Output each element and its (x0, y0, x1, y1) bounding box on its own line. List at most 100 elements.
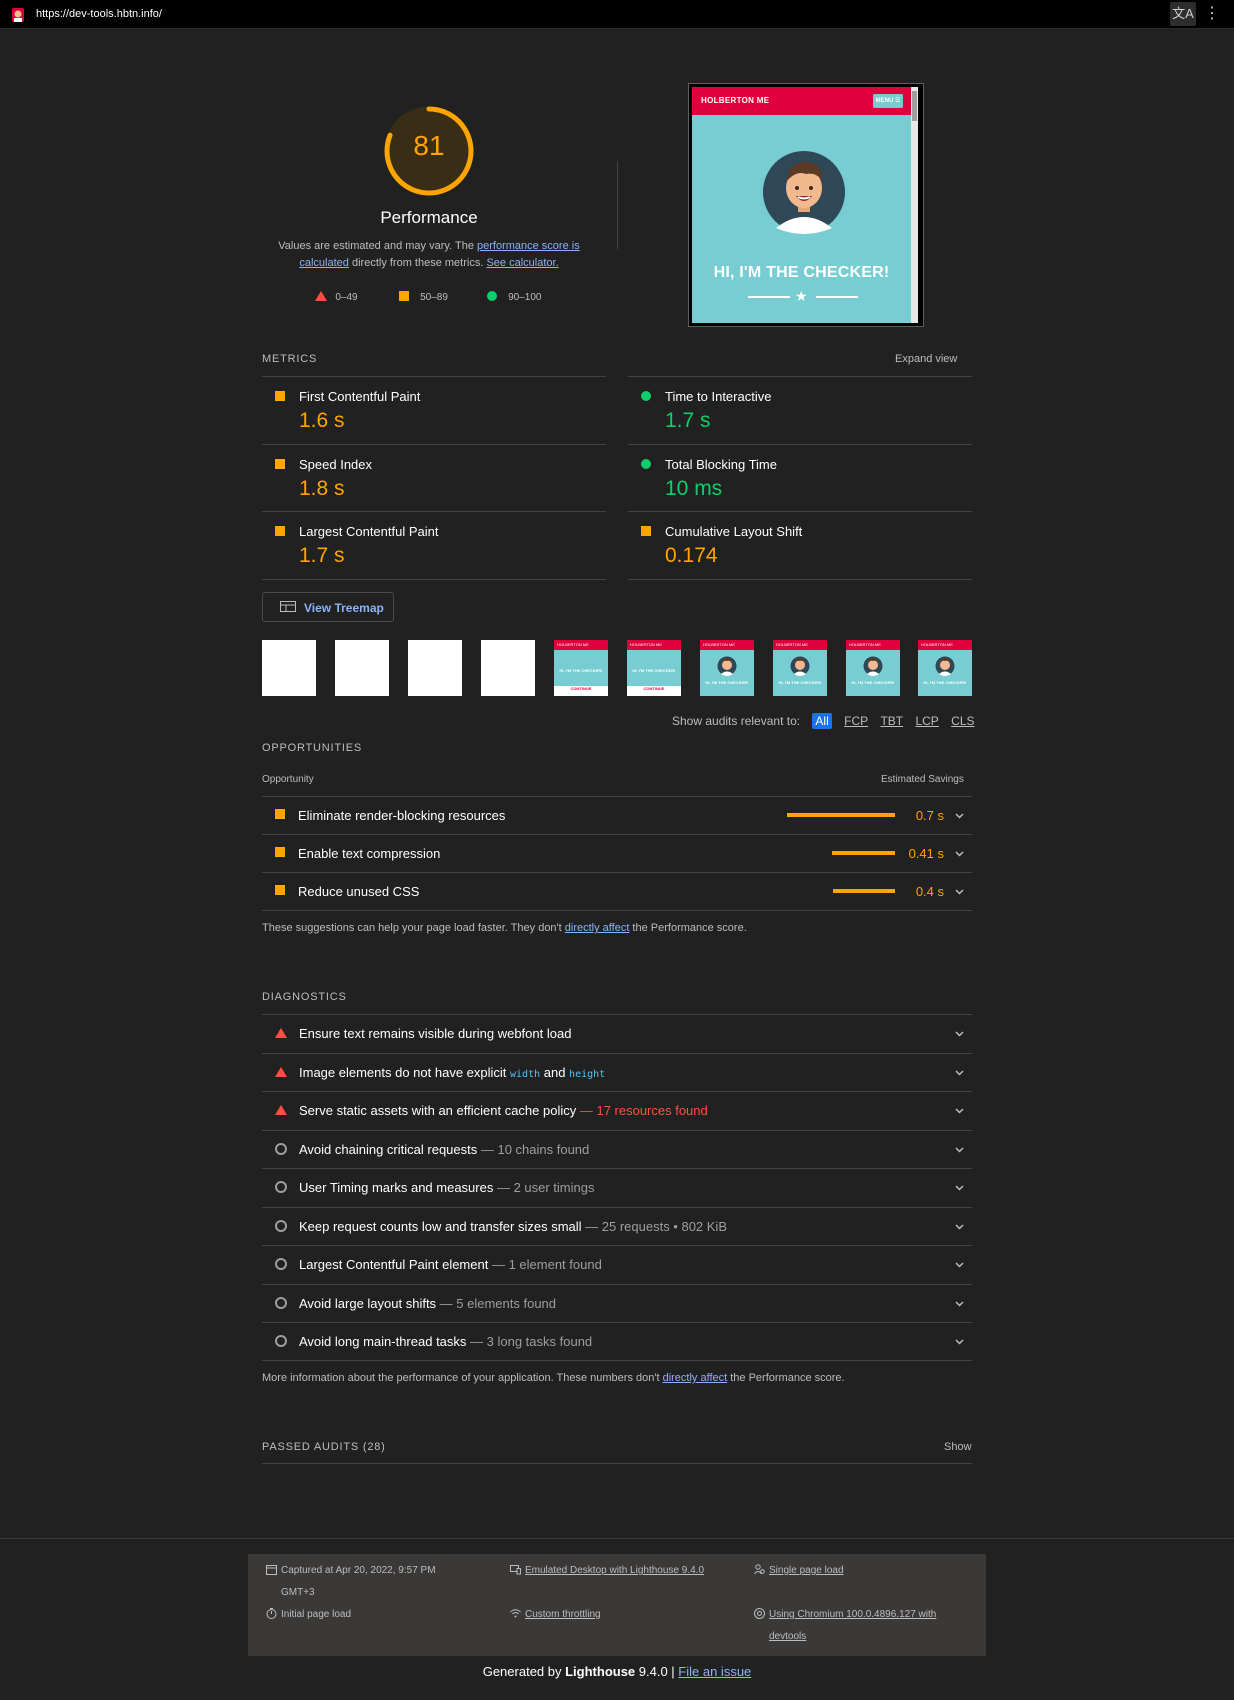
diagnostic-title: Ensure text remains visible during webfo… (299, 1026, 572, 1041)
chromium-version[interactable]: Using Chromium 100.0.4896.127 with devtoo… (754, 1604, 936, 1648)
diagnostic-item[interactable]: Keep request counts low and transfer siz… (262, 1207, 972, 1245)
opportunity-savings: 0.41 s (908, 846, 944, 861)
informative-circle-icon (275, 1181, 287, 1193)
pass-circle-icon (487, 291, 497, 301)
informative-circle-icon (275, 1258, 287, 1270)
translate-icon[interactable]: 文A (1170, 2, 1196, 26)
file-an-issue-link[interactable]: File an issue (678, 1664, 751, 1679)
diagnostic-item[interactable]: Avoid large layout shifts — 5 elements f… (262, 1284, 972, 1322)
diagnostic-title: Serve static assets with an efficient ca… (299, 1103, 708, 1118)
legend-average: 50–89 (420, 292, 448, 303)
single-page-load[interactable]: Single page load (754, 1560, 844, 1582)
diagnostic-title: Largest Contentful Paint element — 1 ele… (299, 1257, 602, 1272)
chevron-down-icon (955, 1108, 964, 1114)
opportunity-title: Enable text compression (298, 846, 441, 861)
calendar-icon (266, 1565, 277, 1575)
pass-circle-icon (641, 391, 651, 401)
informative-circle-icon (275, 1220, 287, 1232)
average-square-icon (275, 809, 285, 819)
opportunity-item[interactable]: Reduce unused CSS 0.4 s (262, 872, 972, 910)
diagnostic-title: User Timing marks and measures — 2 user … (299, 1180, 595, 1195)
opportunity-item[interactable]: Eliminate render-blocking resources 0.7 … (262, 796, 972, 834)
view-treemap-button[interactable]: View Treemap (262, 592, 394, 622)
informative-circle-icon (275, 1335, 287, 1347)
opportunities-rule (262, 910, 972, 911)
audit-filter: Show audits relevant to: All FCP TBT LCP… (672, 713, 975, 729)
average-square-icon (275, 847, 285, 857)
diagnostic-item[interactable]: Serve static assets with an efficient ca… (262, 1091, 972, 1129)
see-calculator-link[interactable]: See calculator. (486, 257, 558, 269)
metric-title: Speed Index (299, 457, 373, 472)
filter-chip-lcp[interactable]: LCP (915, 714, 938, 728)
custom-throttling[interactable]: Custom throttling (510, 1604, 601, 1626)
metric-title: First Contentful Paint (299, 389, 421, 404)
filter-chip-all[interactable]: All (812, 713, 832, 729)
average-square-icon (399, 291, 409, 301)
treemap-icon (280, 601, 296, 612)
metrics-rule (628, 579, 972, 580)
metric-value: 1.7 s (665, 409, 711, 432)
metric-title: Cumulative Layout Shift (665, 524, 803, 539)
diagnostics-note: More information about the performance o… (262, 1372, 845, 1384)
filmstrip-frame (408, 640, 462, 696)
expand-view-toggle[interactable]: Expand view (895, 353, 957, 365)
savings-bar (787, 813, 895, 817)
legend-pass: 90–100 (508, 292, 542, 303)
fail-triangle-icon (315, 291, 327, 301)
diagnostic-item[interactable]: Image elements do not have explicit widt… (262, 1053, 972, 1091)
diagnostic-title: Avoid large layout shifts — 5 elements f… (299, 1296, 557, 1311)
metric-value: 1.8 s (299, 477, 345, 500)
opportunity-savings: 0.4 s (915, 884, 944, 899)
filter-chip-tbt[interactable]: TBT (880, 714, 903, 728)
person-icon (754, 1564, 765, 1575)
screenshot-header: HOLBERTON ME MENU ☰ (692, 87, 918, 115)
fail-triangle-icon (275, 1028, 287, 1038)
chevron-down-icon (955, 851, 964, 857)
captured-at: Captured at Apr 20, 2022, 9:57 PM GMT+3 (266, 1560, 436, 1604)
more-vert-icon[interactable]: ⋮ (1204, 4, 1220, 24)
chevron-down-icon (955, 1224, 964, 1230)
filmstrip-frame (335, 640, 389, 696)
metric-lcp: Largest Contentful Paint 1.7 s (262, 512, 606, 578)
diagnostic-item[interactable]: Avoid long main-thread tasks — 3 long ta… (262, 1322, 972, 1360)
chevron-down-icon (955, 1262, 964, 1268)
chevron-down-icon (955, 813, 964, 819)
devices-icon (510, 1565, 521, 1575)
chevron-down-icon (955, 1070, 964, 1076)
filter-chip-fcp[interactable]: FCP (844, 714, 868, 728)
screenshot-headline: HI, I'M THE CHECKER! (713, 264, 890, 281)
passed-audits-show-toggle[interactable]: Show (944, 1441, 972, 1453)
filmstrip-frame: HOLBERTON ME HI, I'M THE CHECKER! (700, 640, 754, 696)
opportunity-column-header: Opportunity (262, 774, 314, 785)
opportunities-note: These suggestions can help your page loa… (262, 922, 747, 934)
diagnostic-item[interactable]: User Timing marks and measures — 2 user … (262, 1168, 972, 1206)
filmstrip-frame (262, 640, 316, 696)
metrics-header: METRICS (262, 353, 318, 365)
filter-chip-cls[interactable]: CLS (951, 714, 974, 728)
screenshot-scrollbar (911, 87, 918, 323)
diagnostic-title: Avoid chaining critical requests — 10 ch… (299, 1142, 590, 1157)
diagnostic-item[interactable]: Avoid chaining critical requests — 10 ch… (262, 1130, 972, 1168)
directly-affect-link[interactable]: directly affect (565, 922, 630, 934)
metric-tti: Time to Interactive 1.7 s (628, 377, 972, 443)
opportunities-header: OPPORTUNITIES (262, 742, 363, 754)
metric-tbt: Total Blocking Time 10 ms (628, 445, 972, 511)
filmstrip: HOLBERTON ME HI, I'M THE CHECKER! CONTINU… (262, 640, 972, 696)
diagnostic-item[interactable]: Largest Contentful Paint element — 1 ele… (262, 1245, 972, 1283)
diagnostic-item[interactable]: Ensure text remains visible during webfo… (262, 1014, 972, 1052)
savings-bar (832, 851, 895, 855)
directly-affect-link[interactable]: directly affect (663, 1372, 728, 1384)
passed-audits-header[interactable]: PASSED AUDITS (28) (262, 1441, 386, 1453)
address-bar-url[interactable]: https://dev-tools.hbtn.info/ (36, 8, 162, 20)
filmstrip-frame (481, 640, 535, 696)
emulated-desktop[interactable]: Emulated Desktop with Lighthouse 9.4.0 (510, 1560, 704, 1582)
holberton-favicon-icon (12, 8, 24, 22)
final-screenshot[interactable]: HOLBERTON ME MENU ☰ HI, I'M THE CHECKER!… (692, 87, 918, 323)
informative-circle-icon (275, 1297, 287, 1309)
metric-fcp: First Contentful Paint 1.6 s (262, 377, 606, 443)
chevron-down-icon (955, 1301, 964, 1307)
diagnostic-title: Avoid long main-thread tasks — 3 long ta… (299, 1334, 593, 1349)
wifi-icon (510, 1609, 521, 1618)
metric-title: Largest Contentful Paint (299, 524, 439, 539)
opportunity-item[interactable]: Enable text compression 0.41 s (262, 834, 972, 872)
